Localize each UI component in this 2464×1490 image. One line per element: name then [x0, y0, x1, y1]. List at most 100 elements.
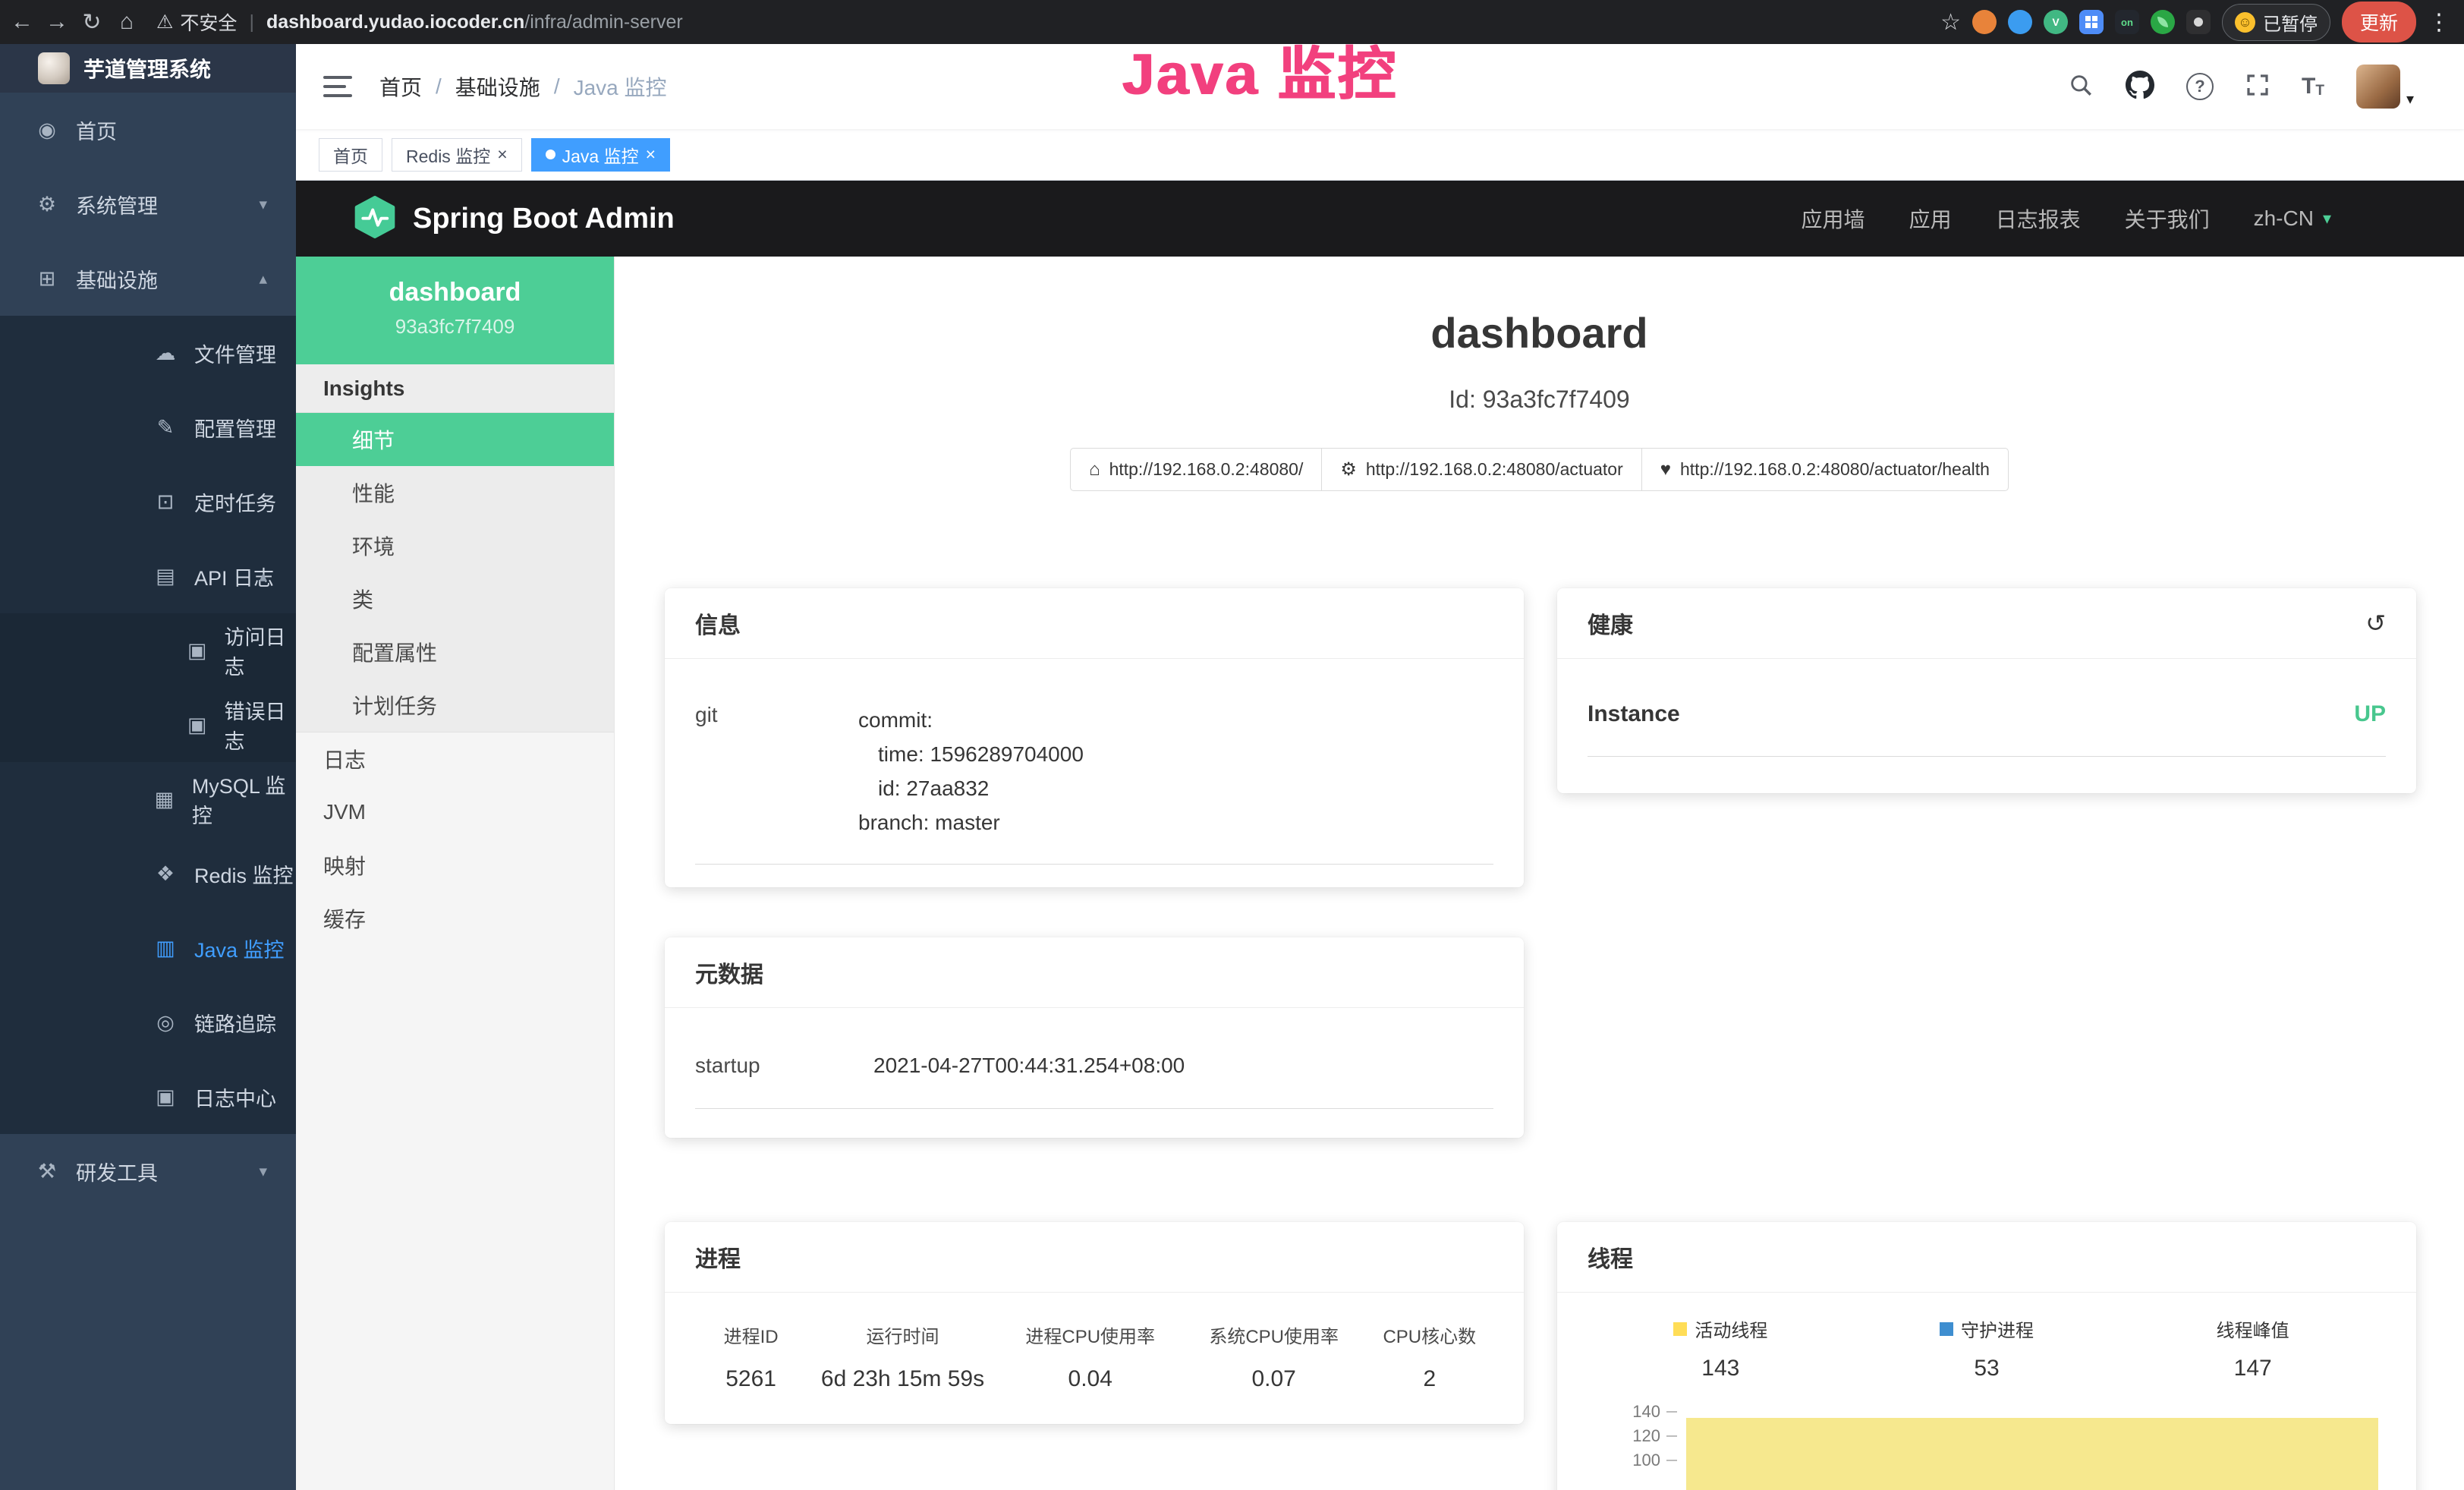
health-card-title: 健康: [1588, 606, 1633, 640]
sidebar-item-api-log[interactable]: ▤ API 日志 ▴: [0, 539, 296, 613]
sba-nav-wallboard[interactable]: 应用墙: [1802, 203, 1865, 234]
col-header-process-cpu: 进程CPU使用率: [999, 1321, 1182, 1348]
sidebar-item-java[interactable]: ▥ Java 监控: [0, 911, 296, 985]
sba-nav-about[interactable]: 关于我们: [2125, 203, 2210, 234]
wrench-icon: ⚙: [1340, 458, 1357, 480]
process-card: 进程 进程ID 运行时间 进程CPU使用率 系统CPU使用率 CPU核心数 52…: [665, 1222, 1524, 1424]
avatar: [2356, 65, 2400, 109]
forward-button[interactable]: →: [39, 9, 74, 35]
sidebar-item-files[interactable]: ☁ 文件管理: [0, 316, 296, 390]
sidebar-item-mysql[interactable]: ▦ MySQL 监控: [0, 762, 296, 836]
sba-instance-header[interactable]: dashboard 93a3fc7f7409: [296, 257, 614, 364]
font-size-small: T: [2315, 83, 2324, 99]
address-separator: |: [249, 11, 254, 33]
link-url: http://192.168.0.2:48080/: [1109, 459, 1304, 480]
fullscreen-icon[interactable]: [2245, 73, 2270, 101]
sba-item-logs[interactable]: 日志: [296, 732, 614, 786]
sba-item-details[interactable]: 细节: [296, 413, 614, 466]
help-icon[interactable]: ?: [2186, 73, 2214, 100]
metadata-card-body: startup 2021-04-27T00:44:31.254+08:00: [665, 1008, 1524, 1138]
extension-vue-icon[interactable]: V: [2044, 10, 2068, 34]
sba-brand-title[interactable]: Spring Boot Admin: [413, 203, 675, 235]
instance-name: dashboard: [296, 278, 614, 307]
browser-update-button[interactable]: 更新: [2342, 2, 2416, 43]
table-value-row: 5261 6d 23h 15m 59s 0.04 0.07 2: [695, 1348, 1493, 1392]
close-icon[interactable]: ×: [497, 144, 507, 165]
menu-label: Java 监控: [194, 934, 285, 963]
menu-label: MySQL 监控: [192, 770, 296, 829]
home-button[interactable]: ⌂: [109, 9, 144, 35]
sidebar-logo[interactable]: 芋道管理系统: [0, 44, 296, 93]
history-icon[interactable]: ↺: [2365, 609, 2386, 638]
bookmark-star-icon[interactable]: ☆: [1940, 9, 1961, 36]
close-icon[interactable]: ×: [646, 144, 656, 165]
sba-nav-applications[interactable]: 应用: [1909, 203, 1952, 234]
spring-boot-admin-frame: Spring Boot Admin 应用墙 应用 日志报表 关于我们 zh-CN…: [296, 181, 2464, 1490]
sidebar-item-error-log[interactable]: ▣ 错误日志: [0, 688, 296, 762]
sba-item-metrics[interactable]: 性能: [296, 466, 614, 519]
breadcrumb-home[interactable]: 首页: [379, 71, 422, 102]
chart-legend: 活动线程 守护进程 线程峰值: [1588, 1315, 2386, 1342]
reload-button[interactable]: ↻: [74, 9, 109, 36]
extension-grid-icon[interactable]: [2079, 10, 2104, 34]
gear-icon: ⚙: [33, 193, 61, 216]
extension-puzzle-icon[interactable]: [2186, 10, 2211, 34]
sba-item-caches[interactable]: 缓存: [296, 892, 614, 945]
sba-insights-group: 细节 性能 环境 类 配置属性 计划任务: [296, 413, 614, 732]
github-icon[interactable]: [2126, 71, 2154, 103]
leaf-glyph: [2157, 17, 2168, 27]
sidebar-item-config[interactable]: ✎ 配置管理: [0, 390, 296, 465]
tab-java-monitor[interactable]: Java 监控 ×: [531, 138, 670, 172]
tab-redis-monitor[interactable]: Redis 监控 ×: [392, 138, 522, 172]
back-button[interactable]: ←: [5, 9, 39, 35]
browser-menu-icon[interactable]: ⋮: [2428, 9, 2450, 36]
breadcrumb-current: Java 监控: [574, 71, 667, 102]
info-value: commit: time: 1596289704000 id: 27aa832 …: [858, 703, 1084, 840]
y-axis-tick: 120: [1588, 1428, 1660, 1444]
sba-item-environment[interactable]: 环境: [296, 519, 614, 572]
access-log-icon: ▣: [185, 639, 209, 663]
sidebar-item-access-log[interactable]: ▣ 访问日志: [0, 613, 296, 688]
sidebar-item-infra[interactable]: ⊞ 基础设施 ▴: [0, 241, 296, 316]
log-icon: ▤: [152, 565, 179, 588]
sidebar-item-system[interactable]: ⚙ 系统管理 ▾: [0, 167, 296, 241]
menu-label: 首页: [76, 115, 117, 145]
instance-actuator-link[interactable]: ⚙ http://192.168.0.2:48080/actuator: [1321, 448, 1641, 491]
sidebar-item-redis[interactable]: ❖ Redis 监控: [0, 836, 296, 911]
threads-card: 线程 活动线程 守护进程 线程峰值 143: [1557, 1222, 2416, 1490]
hamburger-icon[interactable]: [323, 76, 352, 97]
sidebar-item-trace[interactable]: ◎ 链路追踪: [0, 985, 296, 1060]
sidebar-item-devtools[interactable]: ⚒ 研发工具 ▾: [0, 1134, 296, 1208]
legend-daemon-threads: 守护进程: [1854, 1315, 2120, 1342]
status-badge: UP: [2354, 701, 2386, 727]
search-icon[interactable]: [2068, 72, 2094, 102]
sidebar-item-jobs[interactable]: ⊡ 定时任务: [0, 465, 296, 539]
instance-home-link[interactable]: ⌂ http://192.168.0.2:48080/: [1070, 448, 1322, 491]
extension-on-icon[interactable]: on: [2115, 10, 2139, 34]
col-header-pid: 进程ID: [695, 1321, 807, 1348]
breadcrumb-infra[interactable]: 基础设施: [455, 71, 540, 102]
tab-home[interactable]: 首页: [319, 138, 382, 172]
font-size-icon[interactable]: TT: [2302, 74, 2324, 99]
sba-item-jvm[interactable]: JVM: [296, 786, 614, 839]
sba-item-scheduled-tasks[interactable]: 计划任务: [296, 679, 614, 732]
logo-avatar: [38, 52, 70, 84]
address-bar[interactable]: ⚠ 不安全 | dashboard.yudao.iocoder.cn /infr…: [156, 8, 683, 36]
sba-item-classes[interactable]: 类: [296, 572, 614, 625]
sba-language-select[interactable]: zh-CN ▾: [2254, 206, 2331, 231]
extension-orange-icon[interactable]: [1972, 10, 1997, 34]
sidebar-item-log-center[interactable]: ▣ 日志中心: [0, 1060, 296, 1134]
info-card-title: 信息: [665, 588, 1524, 659]
sidebar-item-home[interactable]: ◉ 首页: [0, 93, 296, 167]
infra-icon: ⊞: [33, 267, 61, 291]
user-menu[interactable]: ▾: [2356, 65, 2414, 109]
paused-badge[interactable]: ☺ 已暂停: [2222, 4, 2330, 41]
extension-leaf-icon[interactable]: [2151, 10, 2175, 34]
live-threads-area: [1686, 1418, 2378, 1490]
sba-item-mappings[interactable]: 映射: [296, 839, 614, 892]
extension-blue-icon[interactable]: [2008, 10, 2032, 34]
sba-logo-icon[interactable]: [354, 196, 396, 242]
sba-nav-journal[interactable]: 日志报表: [1996, 203, 2081, 234]
sba-item-config-props[interactable]: 配置属性: [296, 625, 614, 679]
instance-health-link[interactable]: ♥ http://192.168.0.2:48080/actuator/heal…: [1641, 448, 2009, 491]
